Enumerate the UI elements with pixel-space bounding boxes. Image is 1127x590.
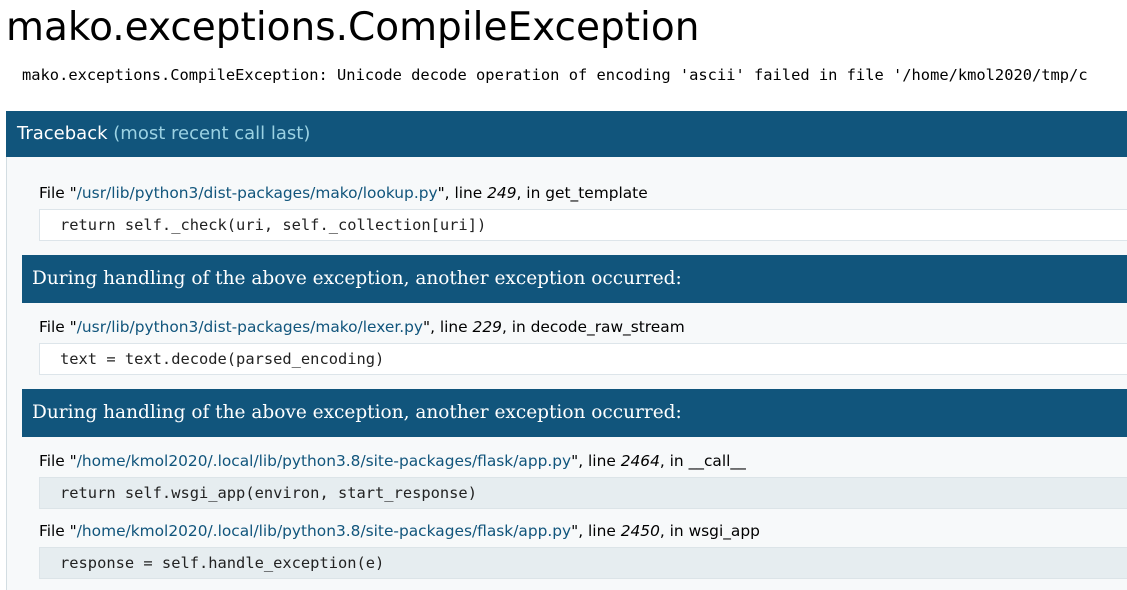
exception-divider: During handling of the above exception, … — [22, 255, 1127, 303]
exception-divider: During handling of the above exception, … — [22, 389, 1127, 437]
file-prefix: File " — [39, 452, 77, 470]
frame-filename: /usr/lib/python3/dist-packages/mako/lexe… — [76, 318, 424, 336]
frame-location: File "/home/kmol2020/.local/lib/python3.… — [39, 450, 746, 472]
frame-lineno: 2464 — [620, 452, 660, 470]
page-title: mako.exceptions.CompileException — [6, 5, 700, 50]
frame-filename: /home/kmol2020/.local/lib/python3.8/site… — [76, 452, 572, 470]
traceback-body: File "/usr/lib/python3/dist-packages/mak… — [6, 157, 1127, 590]
file-prefix: File " — [39, 318, 77, 336]
in-prefix: , in — [659, 522, 689, 540]
frame-location: File "/usr/lib/python3/dist-packages/mak… — [39, 182, 648, 204]
frame-function: get_template — [545, 184, 648, 202]
frame-function: __call__ — [688, 452, 746, 470]
line-prefix: ", line — [423, 318, 473, 336]
frame-location: File "/home/kmol2020/.local/lib/python3.… — [39, 520, 760, 542]
traceback-header: Traceback (most recent call last) — [6, 111, 1127, 157]
traceback-recent-call: (most recent call last) — [113, 123, 311, 144]
in-prefix: , in — [501, 318, 531, 336]
frame-function: decode_raw_stream — [530, 318, 685, 336]
source-line[interactable]: return self._check(uri, self._collection… — [39, 209, 1127, 241]
source-line[interactable]: text = text.decode(parsed_encoding) — [39, 343, 1127, 375]
file-prefix: File " — [39, 184, 77, 202]
frame-lineno: 229 — [472, 318, 502, 336]
frame-filename: /home/kmol2020/.local/lib/python3.8/site… — [76, 522, 572, 540]
frame-function: wsgi_app — [688, 522, 760, 540]
in-prefix: , in — [659, 452, 689, 470]
traceback-panel: Traceback (most recent call last) File "… — [6, 110, 1127, 590]
frame-lineno: 249 — [487, 184, 517, 202]
line-prefix: ", line — [571, 522, 621, 540]
line-prefix: ", line — [571, 452, 621, 470]
line-prefix: ", line — [437, 184, 488, 202]
error-message: mako.exceptions.CompileException: Unicod… — [22, 66, 1088, 84]
in-prefix: , in — [516, 184, 546, 202]
frame-filename: /usr/lib/python3/dist-packages/mako/look… — [76, 184, 438, 202]
source-line[interactable]: return self.wsgi_app(environ, start_resp… — [39, 477, 1127, 509]
file-prefix: File " — [39, 522, 77, 540]
traceback-label: Traceback — [17, 123, 108, 144]
frame-location: File "/usr/lib/python3/dist-packages/mak… — [39, 316, 685, 338]
frame-lineno: 2450 — [620, 522, 660, 540]
source-line[interactable]: response = self.handle_exception(e) — [39, 547, 1127, 579]
